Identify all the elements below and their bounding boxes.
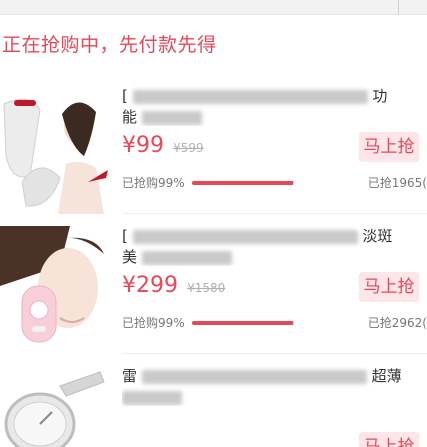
- deal-item[interactable]: 雷 超薄 马上抢: [0, 366, 427, 447]
- title-text-visible: [: [122, 87, 128, 105]
- blurred-text: [141, 250, 232, 265]
- title-text-tail: 超薄: [371, 367, 402, 385]
- product-title[interactable]: [ 功 能: [122, 86, 427, 126]
- sold-count: 已抢2962(: [367, 316, 427, 330]
- title-text-line2: 美: [122, 248, 138, 266]
- progress-row: 已抢购99% 已抢1965(: [122, 174, 427, 192]
- title-text-tail: 功: [372, 87, 388, 105]
- sold-count: 已抢1965(: [367, 176, 427, 190]
- progress-bar: [192, 321, 294, 325]
- product-image-watch[interactable]: [0, 366, 112, 447]
- divider: [122, 353, 427, 354]
- progress-fill: [192, 321, 293, 325]
- price-row: ¥99 ¥599: [122, 133, 204, 161]
- price-row: ¥299 ¥1580: [122, 273, 225, 301]
- deal-item[interactable]: [ 淡斑 美 ¥299 ¥1580 马上抢 已抢购99% 已抢2962(: [0, 226, 427, 354]
- price: ¥99: [122, 133, 164, 158]
- progress-row: 已抢购99% 已抢2962(: [122, 314, 427, 332]
- blurred-text: [141, 110, 202, 125]
- buy-now-button[interactable]: 马上抢: [359, 132, 419, 162]
- original-price: ¥599: [173, 141, 204, 155]
- product-title[interactable]: 雷 超薄: [122, 366, 427, 406]
- title-text-line2: 能: [122, 108, 138, 126]
- buy-now-button[interactable]: 马上抢: [359, 272, 419, 302]
- deal-item[interactable]: [ 功 能 ¥99 ¥599 马上抢 已抢购99% 已抢1965(: [0, 86, 427, 214]
- price: ¥299: [122, 273, 178, 298]
- product-title[interactable]: [ 淡斑 美: [122, 226, 427, 266]
- top-bar-divider: [398, 0, 399, 14]
- blurred-text: [122, 390, 182, 405]
- divider: [122, 213, 427, 214]
- top-bar: [0, 0, 427, 15]
- buy-now-button[interactable]: 马上抢: [359, 432, 419, 447]
- title-text-tail: 淡斑: [362, 227, 393, 245]
- title-text-visible: [: [122, 227, 128, 245]
- title-text-visible: 雷: [122, 367, 138, 385]
- status-notice: 正在抢购中，先付款先得: [2, 34, 217, 56]
- blurred-text: [132, 89, 368, 104]
- original-price: ¥1580: [187, 281, 226, 295]
- progress-text: 已抢购99%: [122, 176, 185, 190]
- blurred-text: [132, 229, 358, 244]
- product-image-beauty-device[interactable]: [0, 86, 112, 214]
- blurred-text: [141, 369, 367, 384]
- product-image-face-device[interactable]: [0, 226, 112, 354]
- progress-bar: [192, 181, 294, 185]
- progress-fill: [192, 181, 293, 185]
- progress-text: 已抢购99%: [122, 316, 185, 330]
